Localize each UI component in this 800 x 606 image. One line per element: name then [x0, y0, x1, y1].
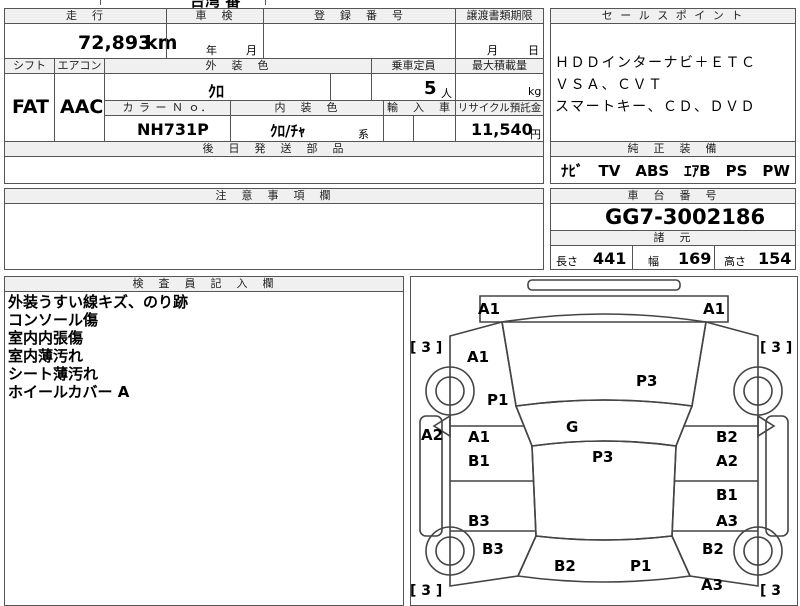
interior-color-header: 内 装 色 [230, 100, 384, 116]
mark-a2-door-right: A2 [716, 452, 739, 470]
mark-b3-rear-left: B3 [468, 512, 490, 530]
registration-header: 登 録 番 号 [263, 8, 456, 24]
inspector-notes: 外装うすい線キズ、のり跡 コンソール傷 室内内張傷 室内薄汚れ シート薄汚れ ホ… [8, 293, 188, 401]
transfer-day-unit: 日 [528, 44, 539, 57]
inspector-note: 外装うすい線キズ、のり跡 [8, 293, 189, 311]
mark-a3-rear-right: A3 [716, 512, 739, 530]
inspector-note: 室内薄汚れ [8, 347, 84, 365]
top-divider [100, 0, 101, 5]
notes-header: 注 意 事 項 欄 [4, 188, 544, 204]
inspection-month-unit: 月 [246, 44, 257, 57]
exterior-color-extra-cell [330, 73, 372, 101]
rear-glass-shape [516, 535, 692, 583]
import-car-header: 輸 入 車 [383, 100, 456, 116]
sales-point-line-1: ＨＤＤインターナビ＋ＥＴＣ [555, 55, 757, 71]
inspection-header: 車 検 [166, 8, 264, 24]
specs-height-label: 高さ [724, 255, 746, 268]
equipment-header: 純 正 装 備 [550, 141, 796, 157]
recycle-header: リサイクル預託金 [455, 100, 544, 116]
mark-b2-rear: B2 [554, 557, 576, 575]
import-car-cell-b [413, 115, 456, 142]
specs-width-label: 幅 [648, 255, 659, 268]
mark-p3-roof: P3 [592, 448, 614, 466]
specs-length-label: 長さ [556, 255, 578, 268]
right-side-strip [765, 415, 789, 537]
mark-bracket-bottom-left: [ 3 ] [410, 583, 443, 599]
mark-g-glass: G [566, 418, 579, 436]
interior-color-value: ｸﾛ/ﾁｬ [270, 122, 306, 140]
later-parts-cell [4, 156, 544, 184]
mark-a1-left: A1 [478, 300, 501, 318]
mark-p1-rear: P1 [630, 557, 652, 575]
sales-point-header: セ ー ル ス ポ イ ン ト [550, 8, 796, 24]
hood-shape [501, 313, 707, 407]
mark-a2-left: A2 [421, 426, 444, 444]
recycle-value: 11,540 [471, 120, 533, 139]
front-outline [479, 295, 729, 323]
aircon-header: エアコン [54, 58, 105, 74]
recycle-unit: 円 [530, 128, 541, 141]
color-no-header: カ ラ ー Ｎ ｏ． [104, 100, 231, 116]
specs-height-value: 154 [758, 249, 792, 268]
mark-bracket-left: [ 3 ] [410, 340, 443, 356]
specs-width-value: 169 [678, 249, 712, 268]
shift-value: FAT [12, 96, 49, 118]
max-load-header: 最大積載量 [455, 58, 544, 74]
inspector-header: 検 査 員 記 入 欄 [4, 276, 404, 292]
mark-b1-door: B1 [468, 452, 490, 470]
inspection-year-unit: 年 [206, 44, 217, 57]
color-no-value: NH731P [137, 120, 209, 139]
front-bumper-shape [527, 279, 681, 291]
inspector-note: 室内内張傷 [8, 329, 84, 347]
chassis-value: GG7-3002186 [605, 205, 766, 229]
exterior-color-header: 外 装 色 [104, 58, 372, 74]
mark-p1-left: P1 [487, 391, 509, 409]
transfer-month-unit: 月 [487, 44, 498, 57]
equipment-value: ﾅﾋﾞ TV ABS ｴｱB PS PW [561, 162, 790, 180]
import-car-cell-a [383, 115, 414, 142]
inspector-note: ホイールカバー A [8, 383, 130, 401]
capacity-header: 乗車定員 [371, 58, 456, 74]
shift-header: シフト [4, 58, 55, 74]
mark-b2-quarter-right: B2 [702, 540, 724, 558]
mileage-value: 72,893 [78, 32, 152, 54]
mark-p3-hood: P3 [636, 372, 658, 390]
max-load-unit: kg [528, 85, 542, 98]
specs-header: 諸 元 [550, 230, 796, 246]
mark-bracket-right: [ 3 ] [760, 340, 793, 356]
interior-color-suffix: 系 [358, 128, 369, 141]
mileage-header: 走 行 [4, 8, 167, 24]
sales-point-line-3: スマートキー、ＣＤ、ＤＶＤ [555, 99, 756, 115]
inspector-note: コンソール傷 [8, 311, 99, 329]
inspector-note: シート薄汚れ [8, 365, 99, 383]
sales-point-line-2: ＶＳＡ、ＣＶＴ [555, 77, 664, 93]
top-divider [265, 0, 266, 5]
later-parts-header: 後 日 発 送 部 品 [4, 141, 544, 157]
mark-b3-quarter: B3 [482, 540, 504, 558]
windshield-shape [514, 399, 694, 447]
mark-a1-door: A1 [468, 428, 491, 446]
exterior-color-value: ｸﾛ [208, 82, 225, 101]
mark-a1-right: A1 [703, 300, 726, 318]
capacity-unit: 人 [441, 87, 452, 100]
mark-b1-rear-right: B1 [716, 486, 738, 504]
specs-length-value: 441 [593, 249, 627, 268]
aircon-value: AAC [60, 96, 104, 118]
chassis-header: 車 台 番 号 [550, 188, 796, 204]
mark-a1-fender: A1 [467, 348, 490, 366]
capacity-value: 5 [424, 78, 437, 99]
registration-cell [263, 23, 456, 59]
transfer-header: 譲渡書類期限 [455, 8, 544, 24]
mark-bracket-bottom-right: [ 3 [760, 583, 782, 599]
mark-b2-door-right: B2 [716, 428, 738, 446]
mark-a3-bumper: A3 [701, 576, 724, 594]
